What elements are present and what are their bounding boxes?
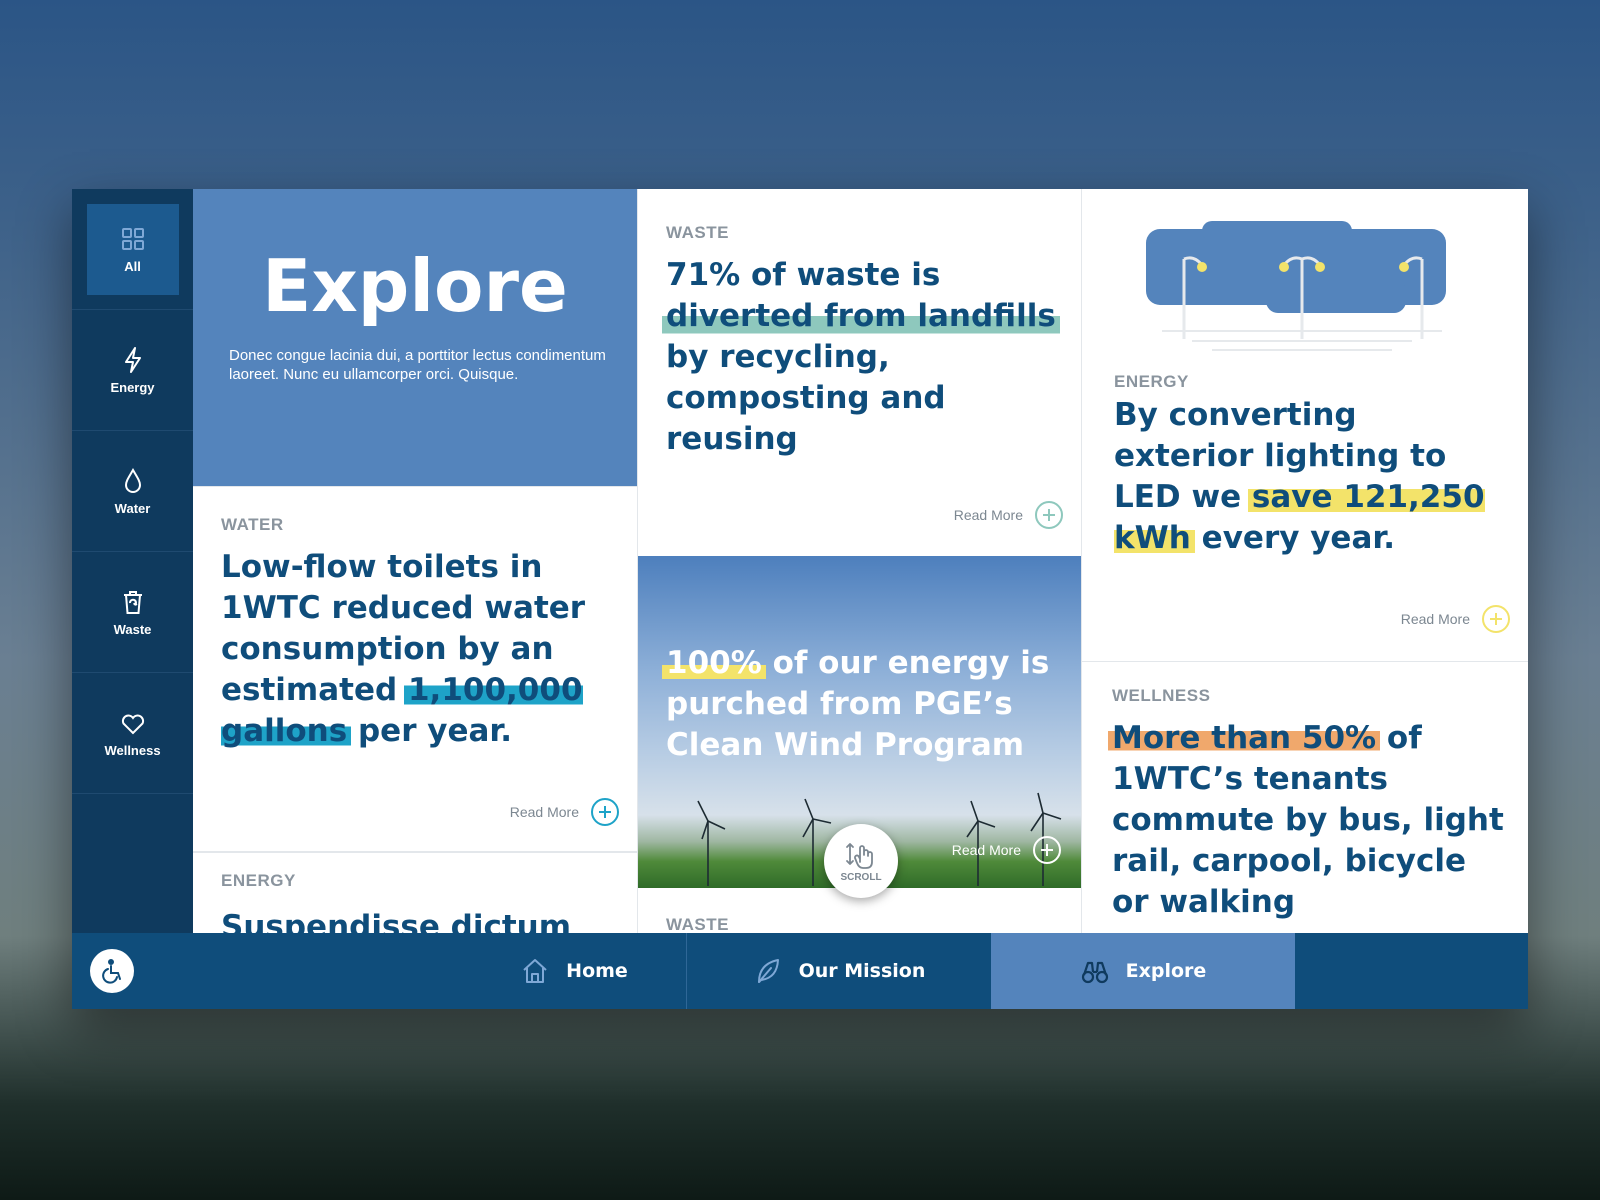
plus-circle-icon: [1482, 605, 1510, 633]
card-headline: 71% of waste is diverted from landfills …: [662, 255, 1061, 460]
sidebar-item-label: Energy: [110, 379, 155, 395]
nav-explore[interactable]: Explore: [991, 933, 1295, 1009]
plus-circle-icon: [1035, 501, 1063, 529]
water-card[interactable]: WATER Low-flow toilets in 1WTC reduced w…: [193, 487, 637, 851]
droplet-icon: [119, 467, 147, 495]
headline-highlight: More than 50%: [1108, 720, 1381, 756]
read-more-button[interactable]: Read More: [954, 501, 1063, 529]
card-category: ENERGY: [221, 871, 296, 890]
plus-circle-icon: [1033, 836, 1061, 864]
hero-description: Donec congue lacinia dui, a porttitor le…: [229, 347, 606, 383]
sidebar-item-label: All: [124, 258, 141, 274]
wheelchair-icon: [102, 959, 121, 984]
card-category: WASTE: [666, 223, 729, 242]
heart-icon: [119, 709, 147, 737]
waste-card[interactable]: WASTE 71% of waste is diverted from land…: [638, 189, 1081, 555]
nav-home[interactable]: Home: [474, 933, 674, 1009]
headline-highlight: 100%: [662, 645, 766, 681]
headline-highlight: diverted from landfills: [662, 298, 1060, 334]
read-more-button[interactable]: Read More: [510, 798, 619, 826]
kiosk-screen: All Energy Water Waste Wellness Explore …: [72, 189, 1528, 1009]
accessibility-button[interactable]: [90, 949, 134, 993]
grid-icon: [119, 225, 147, 253]
nav-label: Our Mission: [798, 960, 926, 982]
plus-circle-icon: [591, 798, 619, 826]
nav-label: Home: [566, 960, 628, 982]
lightning-icon: [119, 346, 147, 374]
sidebar-item-label: Wellness: [104, 742, 161, 758]
nav-label: Explore: [1125, 960, 1207, 982]
energy-led-card[interactable]: ENERGY By converting exterior lighting t…: [1082, 189, 1528, 661]
leaf-icon: [757, 959, 779, 983]
card-category: WATER: [221, 515, 284, 534]
sidebar-item-waste[interactable]: Waste: [72, 552, 193, 673]
energy-card-partial[interactable]: ENERGY Suspendisse dictum: [193, 853, 637, 933]
bottom-navigation: Home Our Mission Explore: [72, 933, 1528, 1009]
wellness-card[interactable]: WELLNESS More than 50% of 1WTC’s tenants…: [1082, 662, 1528, 933]
recycle-bin-icon: [119, 588, 147, 616]
card-headline: 100% of our energy is purched from PGE’s…: [662, 643, 1066, 766]
explore-hero: Explore Donec congue lacinia dui, a port…: [193, 189, 637, 486]
sidebar-item-label: Water: [114, 500, 151, 516]
card-category: ENERGY: [1114, 372, 1189, 391]
scroll-hand-icon: [846, 842, 873, 869]
card-category: WASTE: [666, 915, 729, 933]
read-more-button[interactable]: Read More: [952, 836, 1061, 864]
binoculars-icon: [1081, 961, 1108, 984]
sidebar-item-energy[interactable]: Energy: [72, 310, 193, 431]
page-title: Explore: [262, 244, 568, 328]
sidebar-item-water[interactable]: Water: [72, 431, 193, 552]
card-headline: More than 50% of 1WTC’s tenants commute …: [1108, 718, 1512, 923]
card-category: WELLNESS: [1112, 686, 1211, 705]
home-icon: [523, 959, 547, 983]
read-more-button[interactable]: Read More: [1401, 605, 1510, 633]
scroll-label: SCROLL: [840, 871, 882, 883]
scroll-indicator[interactable]: SCROLL: [824, 824, 898, 898]
card-headline: By converting exterior lighting to LED w…: [1114, 397, 1485, 556]
street-lights-illustration: [1146, 221, 1446, 351]
sidebar-item-label: Waste: [113, 621, 152, 637]
sidebar-item-wellness[interactable]: Wellness: [72, 673, 193, 794]
card-headline: Suspendisse dictum: [221, 909, 572, 933]
category-sidebar: All Energy Water Waste Wellness: [72, 189, 193, 933]
nav-our-mission[interactable]: Our Mission: [687, 933, 991, 1009]
sidebar-item-all[interactable]: All: [72, 189, 193, 310]
card-headline: Low-flow toilets in 1WTC reduced water c…: [221, 549, 586, 749]
